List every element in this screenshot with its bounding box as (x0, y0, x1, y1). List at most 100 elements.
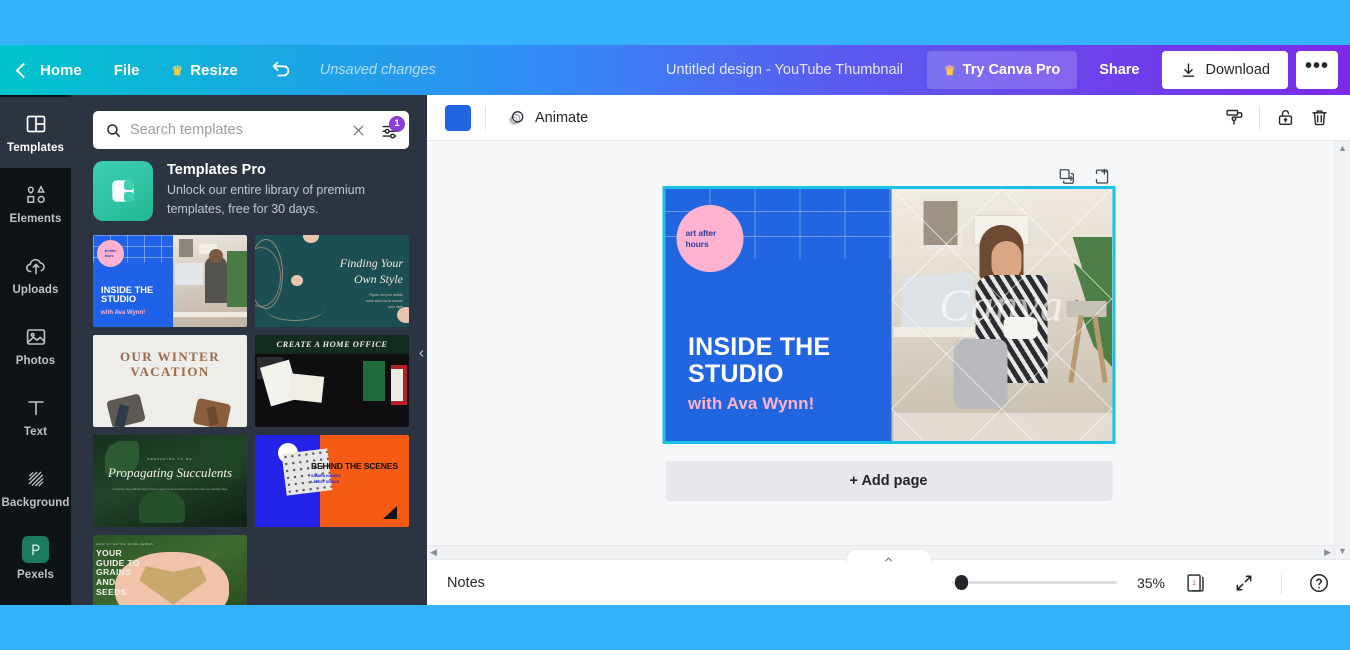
undo-button[interactable] (254, 45, 308, 95)
filter-count-badge: 1 (389, 115, 405, 132)
file-label: File (113, 61, 140, 79)
add-page-button[interactable]: + Add page (665, 461, 1112, 501)
template-card[interactable]: PREPARING TO BE Propagating Succulents A… (93, 435, 247, 527)
sidebar-item-label: Background (1, 496, 70, 509)
background-hatch-icon (28, 471, 43, 486)
sidebar-item-text[interactable]: Text (0, 381, 71, 452)
sidebar-item-templates[interactable]: Templates (0, 97, 71, 168)
design-canvas[interactable]: art after hours INSIDE THE STUDIO with A… (662, 186, 1115, 444)
duplicate-page-button[interactable] (1057, 167, 1076, 191)
add-page-icon-button[interactable] (1092, 167, 1111, 191)
zoom-percentage: 35% (1136, 574, 1165, 591)
animate-icon (509, 110, 524, 125)
templates-pro-glyph-icon (112, 180, 134, 202)
elements-icon (26, 184, 45, 203)
expand-icon (1236, 575, 1252, 590)
trash-icon (1311, 110, 1327, 126)
promo-subtitle: Unlock our entire library of premium tem… (167, 183, 365, 217)
sidebar-item-label: Uploads (12, 283, 59, 296)
download-button[interactable]: Download (1161, 51, 1288, 89)
editor-body: Templates Elements Uploads Photos Text B… (0, 95, 1350, 605)
templates-icon (26, 115, 45, 132)
photos-image-icon (26, 328, 45, 345)
zoom-handle[interactable] (955, 575, 969, 590)
share-label: Share (1099, 62, 1140, 78)
resize-button[interactable]: ♛ Resize (156, 45, 254, 95)
top-bar-left-group: Home File ♛ Resize Unsaved changes (0, 45, 436, 95)
try-canva-pro-button[interactable]: ♛ Try Canva Pro (927, 51, 1078, 89)
help-button[interactable] (1302, 566, 1336, 600)
zoom-controls: 35% 1 (952, 566, 1336, 600)
canvas-vertical-scrollbar[interactable]: ▲ ▼ (1334, 141, 1350, 559)
uploads-cloud-icon (25, 258, 45, 274)
sidebar-item-uploads[interactable]: Uploads (0, 239, 71, 310)
document-title[interactable]: Untitled design - YouTube Thumbnail (642, 62, 927, 78)
fill-color-swatch[interactable] (445, 104, 471, 131)
fullscreen-button[interactable] (1227, 566, 1261, 600)
clear-search-button[interactable] (347, 123, 370, 138)
pexels-app-icon (22, 536, 49, 563)
zoom-slider[interactable] (952, 573, 1117, 593)
scroll-right-arrow-icon[interactable]: ▶ (1324, 548, 1331, 557)
add-page-icon (1095, 168, 1108, 184)
template-card[interactable]: CREATE A HOME OFFICE (255, 335, 409, 427)
notes-expand-tab[interactable] (845, 549, 932, 565)
sidebar-item-background[interactable]: Background (0, 452, 71, 523)
templates-pro-icon (93, 161, 153, 221)
delete-button[interactable] (1302, 101, 1336, 135)
watermark-label: Canva (939, 279, 1065, 331)
design-left-panel: art after hours INSIDE THE STUDIO with A… (665, 189, 892, 441)
chevron-left-icon (15, 62, 32, 78)
promo-title: Templates Pro (167, 162, 266, 178)
sidebar-item-photos[interactable]: Photos (0, 310, 71, 381)
download-icon (1182, 62, 1194, 77)
pages-icon: 1 (1187, 573, 1204, 592)
close-icon (353, 125, 364, 135)
home-button[interactable]: Home (0, 45, 98, 95)
toolbar-divider (1259, 105, 1260, 130)
paint-roller-icon (1225, 109, 1242, 125)
template-card[interactable]: BEHIND THE SCENES SAMIRA HARDI'S LATEST S… (255, 435, 409, 527)
sidebar-item-elements[interactable]: Elements (0, 168, 71, 239)
sidebar-item-label: Templates (7, 141, 64, 154)
filter-button[interactable]: 1 (378, 115, 405, 140)
animate-button[interactable]: Animate (500, 103, 594, 133)
collapse-panel-button[interactable] (414, 323, 427, 383)
unlock-icon (1278, 110, 1292, 126)
search-input[interactable] (130, 122, 339, 138)
editor-toolbar: Animate (427, 95, 1350, 141)
lock-button[interactable] (1268, 101, 1302, 135)
template-card[interactable]: art after hours INSIDE THE STUDIO with Ava… (93, 235, 247, 327)
page-manager-button[interactable]: 1 (1179, 566, 1213, 600)
resize-label: Resize (190, 61, 238, 79)
zoom-track (952, 581, 1117, 584)
search-box[interactable]: 1 (93, 111, 409, 149)
top-bar: Home File ♛ Resize Unsaved changes Untit… (0, 45, 1350, 95)
canvas-area[interactable]: art after hours INSIDE THE STUDIO with A… (427, 141, 1350, 559)
sidebar-item-pexels[interactable]: Pexels (0, 523, 71, 594)
scroll-down-arrow-icon[interactable]: ▼ (1338, 547, 1347, 556)
template-card[interactable]: OUR WINTER VACATION (93, 335, 247, 427)
animate-label: Animate (535, 109, 589, 126)
design-badge-line2: hours (685, 238, 709, 249)
file-menu-button[interactable]: File (98, 45, 156, 95)
page-tools (665, 167, 1112, 191)
template-card[interactable]: HEALTHY EATING GUIDE SERIES YOUR GUIDE TO… (93, 535, 247, 605)
design-heading: INSIDE THE STUDIO (688, 334, 830, 387)
share-button[interactable]: Share (1083, 51, 1155, 89)
notes-button[interactable]: Notes (447, 575, 485, 591)
try-canva-pro-label: Try Canva Pro (962, 62, 1061, 78)
crown-icon: ♛ (944, 62, 956, 78)
sidebar-item-label: Photos (15, 354, 56, 367)
template-card[interactable]: Finding Your Own Style Figure out your ar… (255, 235, 409, 327)
templates-panel: 1 Templates Pro Unlock our entire librar… (71, 95, 427, 605)
more-options-button[interactable]: ••• (1296, 51, 1338, 89)
page-number-text: 1 (1192, 580, 1196, 587)
templates-grid: art after hours INSIDE THE STUDIO with Ava… (71, 227, 427, 605)
more-options-label: ••• (1304, 54, 1329, 77)
scroll-left-arrow-icon[interactable]: ◀ (430, 548, 437, 557)
templates-pro-promo[interactable]: Templates Pro Unlock our entire library … (71, 149, 427, 227)
scroll-up-arrow-icon[interactable]: ▲ (1338, 144, 1347, 153)
copy-style-button[interactable] (1217, 101, 1251, 135)
design-page-wrapper: art after hours INSIDE THE STUDIO with A… (662, 186, 1115, 444)
